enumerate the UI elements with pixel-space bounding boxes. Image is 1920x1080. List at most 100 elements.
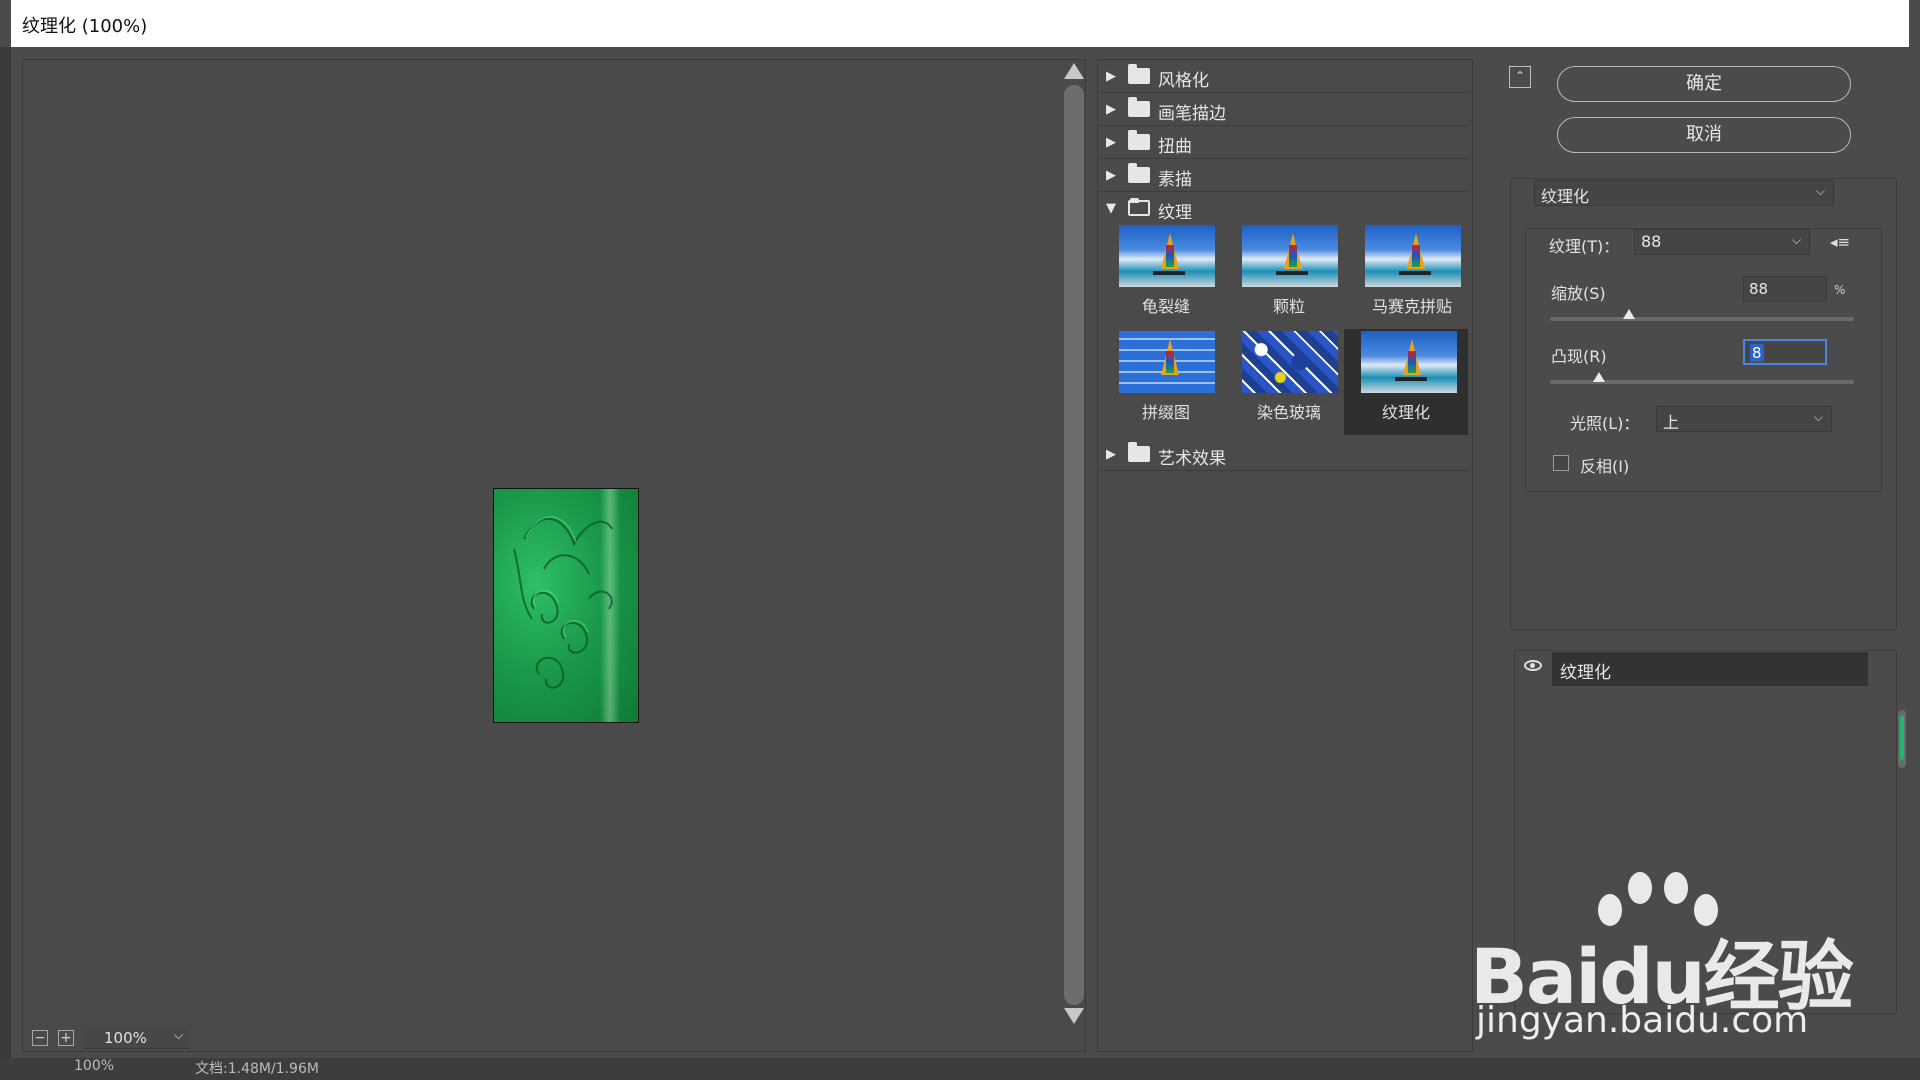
filter-thumb-label: 拼缀图 <box>1141 403 1190 422</box>
filter-thumb-label: 马赛克拼贴 <box>1371 297 1452 316</box>
folder-icon <box>1128 163 1150 183</box>
zoom-controls: − + 100% ⌵ <box>22 1026 372 1050</box>
preview-embossed-pattern <box>513 516 613 689</box>
filter-gallery-list: ▶ 风格化 ▶ 画笔描边 ▶ 扭曲 ▶ 素描 ▼ 纹理 龟裂缝 颗粒 马赛克拼贴… <box>1097 59 1473 1052</box>
open-folder-icon <box>1128 198 1150 216</box>
category-label: 风格化 <box>1158 71 1209 91</box>
chevron-down-icon: ⌵ <box>1813 410 1823 424</box>
invert-label: 反相(I) <box>1580 457 1630 476</box>
scaling-input[interactable]: 88 <box>1743 276 1827 302</box>
chevron-down-icon: ⌵ <box>174 1028 184 1042</box>
zoom-in-button[interactable]: + <box>58 1030 74 1046</box>
filter-thumb-craquelure[interactable]: 龟裂缝 <box>1106 223 1226 327</box>
texture-menu-icon[interactable]: ◂≡ <box>1830 233 1850 251</box>
status-document-size: 文档:1.48M/1.96M <box>195 1061 319 1077</box>
status-zoom: 100% <box>74 1058 115 1074</box>
category-label: 艺术效果 <box>1158 449 1226 469</box>
category-stylize[interactable]: ▶ 风格化 <box>1098 60 1468 93</box>
scaling-unit: % <box>1834 283 1846 297</box>
cancel-button[interactable]: 取消 <box>1557 117 1851 153</box>
watermark-url: jingyan.baidu.com <box>1476 1000 1809 1041</box>
filter-thumb-texturizer[interactable]: 纹理化 <box>1344 329 1468 435</box>
folder-icon <box>1128 64 1150 84</box>
effect-layer-row[interactable]: 纹理化 <box>1516 652 1868 686</box>
folder-icon <box>1128 130 1150 150</box>
texture-select[interactable]: 88 ⌵ <box>1634 229 1810 255</box>
texture-label: 纹理(T)： <box>1549 237 1620 256</box>
filter-thumb-label: 染色玻璃 <box>1256 403 1321 422</box>
scrollbar-thumb[interactable] <box>1900 716 1904 760</box>
category-distort[interactable]: ▶ 扭曲 <box>1098 126 1468 159</box>
expand-triangle-icon: ▶ <box>1106 447 1116 462</box>
filter-thumbnail-image <box>1119 331 1215 393</box>
category-label: 扭曲 <box>1158 137 1192 157</box>
effect-layer-name: 纹理化 <box>1560 663 1611 683</box>
scaling-slider[interactable] <box>1550 309 1854 321</box>
category-label: 素描 <box>1158 170 1192 190</box>
category-label: 画笔描边 <box>1158 104 1226 124</box>
zoom-out-button[interactable]: − <box>32 1030 48 1046</box>
filter-type-value: 纹理化 <box>1541 187 1590 206</box>
light-direction-value: 上 <box>1663 413 1680 432</box>
chevron-down-icon: ⌵ <box>1791 233 1801 247</box>
expand-triangle-icon: ▶ <box>1106 102 1116 117</box>
scaling-value: 88 <box>1749 280 1769 298</box>
texture-value: 88 <box>1641 232 1662 251</box>
invert-checkbox[interactable] <box>1553 455 1569 471</box>
preview-vertical-scrollbar[interactable] <box>1062 63 1084 1031</box>
relief-input[interactable]: 8 <box>1743 339 1827 365</box>
expand-triangle-icon: ▶ <box>1106 69 1116 84</box>
category-sketch[interactable]: ▶ 素描 <box>1098 159 1468 192</box>
filter-thumb-label: 颗粒 <box>1272 297 1305 316</box>
filter-thumbnail-image <box>1361 331 1457 393</box>
light-direction-select[interactable]: 上 ⌵ <box>1656 406 1832 432</box>
scaling-label: 缩放(S) <box>1551 284 1606 303</box>
filter-thumb-mosaic-tiles[interactable]: 马赛克拼贴 <box>1352 223 1472 327</box>
filter-thumbnail-image <box>1119 225 1215 287</box>
category-texture[interactable]: ▼ 纹理 <box>1098 192 1468 224</box>
scroll-down-arrow-icon[interactable] <box>1064 1008 1084 1024</box>
dialog-titlebar: 纹理化 (100%) <box>11 0 1909 48</box>
layers-scrollbar[interactable] <box>1898 710 1906 768</box>
collapse-gallery-button[interactable]: ⌃ <box>1509 66 1531 88</box>
filter-thumbnail-image <box>1242 225 1338 287</box>
background-app-edge <box>0 47 11 1080</box>
relief-value: 8 <box>1750 344 1764 362</box>
filter-thumb-grain[interactable]: 颗粒 <box>1229 223 1349 327</box>
zoom-level-value: 100% <box>104 1029 147 1047</box>
scaling-slider-knob[interactable] <box>1623 309 1636 319</box>
expand-triangle-icon: ▶ <box>1106 168 1116 183</box>
preview-pane[interactable] <box>22 59 1086 1052</box>
category-artistic[interactable]: ▶ 艺术效果 <box>1098 438 1468 471</box>
category-brush-strokes[interactable]: ▶ 画笔描边 <box>1098 93 1468 126</box>
filter-thumb-patchwork[interactable]: 拼缀图 <box>1106 329 1226 433</box>
plus-icon: + <box>60 1030 72 1046</box>
category-label: 纹理 <box>1158 203 1192 223</box>
folder-icon <box>1128 442 1150 462</box>
collapse-triangle-icon: ▼ <box>1106 201 1116 216</box>
minus-icon: − <box>34 1030 46 1046</box>
scroll-up-arrow-icon[interactable] <box>1064 63 1084 79</box>
collapse-up-icon: ⌃ <box>1514 69 1526 83</box>
baidu-watermark: Baidu经验 jingyan.baidu.com <box>1470 870 1890 1041</box>
filter-thumb-label: 纹理化 <box>1381 403 1430 422</box>
filter-type-select[interactable]: 纹理化 ⌵ <box>1534 180 1834 206</box>
zoom-level-select[interactable]: 100% ⌵ <box>84 1028 190 1049</box>
filter-thumbnail-image <box>1242 331 1338 393</box>
eye-icon[interactable] <box>1524 660 1542 671</box>
relief-slider-knob[interactable] <box>1592 372 1605 382</box>
dialog-title: 纹理化 (100%) <box>22 16 148 37</box>
folder-icon <box>1128 97 1150 117</box>
relief-label: 凸现(R) <box>1551 347 1607 366</box>
relief-slider[interactable] <box>1550 372 1854 384</box>
filter-thumb-label: 龟裂缝 <box>1141 297 1190 316</box>
filter-thumbnail-image <box>1365 225 1461 287</box>
scrollbar-track[interactable] <box>1064 85 1084 1005</box>
ok-button[interactable]: 确定 <box>1557 66 1851 102</box>
background-statusbar: 100% 文档:1.48M/1.96M <box>0 1058 1920 1080</box>
preview-image[interactable] <box>493 488 639 723</box>
light-label: 光照(L)： <box>1570 414 1640 433</box>
chevron-down-icon: ⌵ <box>1815 184 1825 198</box>
filter-thumb-stained-glass[interactable]: 染色玻璃 <box>1229 329 1349 433</box>
expand-triangle-icon: ▶ <box>1106 135 1116 150</box>
